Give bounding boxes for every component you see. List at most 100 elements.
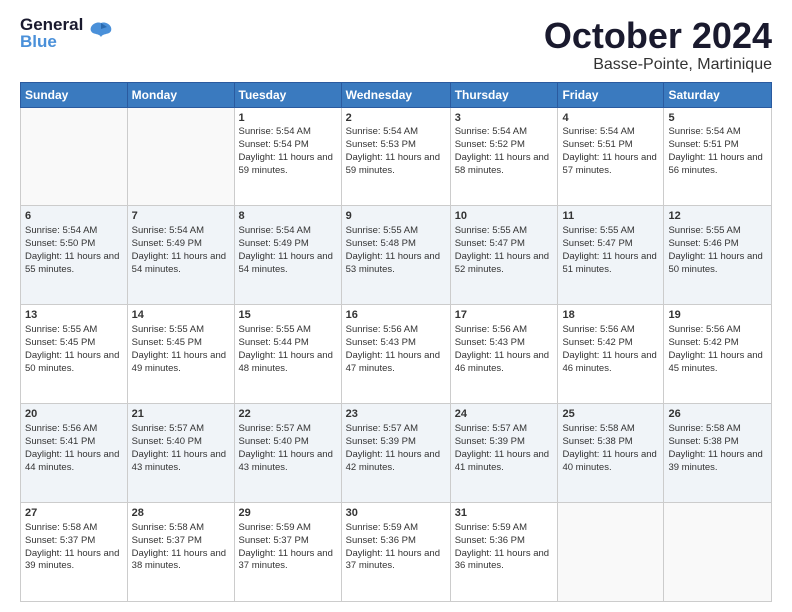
logo-bird-icon bbox=[87, 19, 115, 47]
calendar-week-row: 20Sunrise: 5:56 AMSunset: 5:41 PMDayligh… bbox=[21, 404, 772, 503]
logo: General Blue bbox=[20, 16, 115, 50]
calendar-cell: 5Sunrise: 5:54 AMSunset: 5:51 PMDaylight… bbox=[664, 107, 772, 206]
day-info: Daylight: 11 hours and 40 minutes. bbox=[562, 449, 659, 475]
day-info: Sunset: 5:42 PM bbox=[668, 337, 767, 350]
day-info: Sunrise: 5:54 AM bbox=[25, 225, 123, 238]
day-info: Sunset: 5:49 PM bbox=[132, 238, 230, 251]
day-info: Daylight: 11 hours and 50 minutes. bbox=[25, 350, 123, 376]
day-info: Sunset: 5:47 PM bbox=[562, 238, 659, 251]
day-info: Sunrise: 5:55 AM bbox=[562, 225, 659, 238]
day-info: Daylight: 11 hours and 52 minutes. bbox=[455, 251, 554, 277]
day-info: Sunrise: 5:57 AM bbox=[455, 423, 554, 436]
day-info: Sunrise: 5:54 AM bbox=[239, 126, 337, 139]
col-sunday: Sunday bbox=[21, 82, 128, 107]
calendar-cell: 22Sunrise: 5:57 AMSunset: 5:40 PMDayligh… bbox=[234, 404, 341, 503]
calendar-cell: 31Sunrise: 5:59 AMSunset: 5:36 PMDayligh… bbox=[450, 503, 558, 602]
day-info: Sunrise: 5:58 AM bbox=[668, 423, 767, 436]
day-number: 11 bbox=[562, 209, 659, 224]
day-number: 5 bbox=[668, 111, 767, 126]
calendar-cell: 13Sunrise: 5:55 AMSunset: 5:45 PMDayligh… bbox=[21, 305, 128, 404]
day-info: Sunset: 5:36 PM bbox=[455, 535, 554, 548]
month-title: October 2024 bbox=[544, 16, 772, 56]
day-info: Sunset: 5:54 PM bbox=[239, 139, 337, 152]
day-info: Sunrise: 5:56 AM bbox=[25, 423, 123, 436]
calendar-cell: 14Sunrise: 5:55 AMSunset: 5:45 PMDayligh… bbox=[127, 305, 234, 404]
day-info: Sunset: 5:38 PM bbox=[562, 436, 659, 449]
col-friday: Friday bbox=[558, 82, 664, 107]
calendar-page: General Blue October 2024 Basse-Pointe, … bbox=[0, 0, 792, 612]
calendar-cell: 7Sunrise: 5:54 AMSunset: 5:49 PMDaylight… bbox=[127, 206, 234, 305]
calendar-cell: 9Sunrise: 5:55 AMSunset: 5:48 PMDaylight… bbox=[341, 206, 450, 305]
day-number: 13 bbox=[25, 308, 123, 323]
day-info: Daylight: 11 hours and 49 minutes. bbox=[132, 350, 230, 376]
calendar-week-row: 27Sunrise: 5:58 AM Sunset: 5:37 PM Dayligh… bbox=[21, 503, 772, 602]
day-info: Daylight: 11 hours and 55 minutes. bbox=[25, 251, 123, 277]
day-info: Sunset: 5:43 PM bbox=[346, 337, 446, 350]
day-info: Sunset: 5:44 PM bbox=[239, 337, 337, 350]
day-info: Sunrise: 5:54 AM bbox=[455, 126, 554, 139]
day-number: 30 bbox=[346, 506, 446, 521]
day-info: Sunrise: 5:56 AM bbox=[455, 324, 554, 337]
day-info: Daylight: 11 hours and 58 minutes. bbox=[455, 152, 554, 178]
day-info: Daylight: 11 hours and 44 minutes. bbox=[25, 449, 123, 475]
day-info: Sunset: 5:36 PM bbox=[346, 535, 446, 548]
calendar-cell: 1Sunrise: 5:54 AMSunset: 5:54 PMDaylight… bbox=[234, 107, 341, 206]
day-info: Sunrise: 5:55 AM bbox=[239, 324, 337, 337]
col-thursday: Thursday bbox=[450, 82, 558, 107]
day-info: Sunrise: 5:59 AM bbox=[455, 522, 554, 535]
day-info: Daylight: 11 hours and 38 minutes. bbox=[132, 548, 230, 574]
day-number: 17 bbox=[455, 308, 554, 323]
day-info: Sunrise: 5:54 AM bbox=[562, 126, 659, 139]
day-number: 29 bbox=[239, 506, 337, 521]
day-number: 19 bbox=[668, 308, 767, 323]
day-info: Sunset: 5:39 PM bbox=[346, 436, 446, 449]
calendar-cell: 29Sunrise: 5:59 AMSunset: 5:37 PMDayligh… bbox=[234, 503, 341, 602]
day-number: 1 bbox=[239, 111, 337, 126]
day-number: 9 bbox=[346, 209, 446, 224]
day-info: Sunset: 5:49 PM bbox=[239, 238, 337, 251]
calendar-cell: 28Sunrise: 5:58 AMSunset: 5:37 PMDayligh… bbox=[127, 503, 234, 602]
day-info: Daylight: 11 hours and 43 minutes. bbox=[132, 449, 230, 475]
calendar-cell: 19Sunrise: 5:56 AMSunset: 5:42 PMDayligh… bbox=[664, 305, 772, 404]
day-info: Daylight: 11 hours and 41 minutes. bbox=[455, 449, 554, 475]
day-info: Sunrise: 5:58 AM bbox=[25, 522, 123, 535]
day-number: 26 bbox=[668, 407, 767, 422]
day-info: Sunrise: 5:57 AM bbox=[239, 423, 337, 436]
header: General Blue October 2024 Basse-Pointe, … bbox=[20, 16, 772, 74]
calendar-cell: 12Sunrise: 5:55 AMSunset: 5:46 PMDayligh… bbox=[664, 206, 772, 305]
calendar-cell: 24Sunrise: 5:57 AMSunset: 5:39 PMDayligh… bbox=[450, 404, 558, 503]
day-info: Sunset: 5:39 PM bbox=[455, 436, 554, 449]
day-info: Sunrise: 5:55 AM bbox=[132, 324, 230, 337]
day-info: Sunrise: 5:55 AM bbox=[455, 225, 554, 238]
day-number: 27 bbox=[25, 506, 123, 521]
calendar-cell bbox=[127, 107, 234, 206]
day-info: Sunset: 5:43 PM bbox=[455, 337, 554, 350]
day-info: Sunset: 5:40 PM bbox=[239, 436, 337, 449]
day-info: Daylight: 11 hours and 39 minutes. bbox=[25, 548, 123, 574]
day-info: Sunset: 5:40 PM bbox=[132, 436, 230, 449]
calendar-header-row: Sunday Monday Tuesday Wednesday Thursday… bbox=[21, 82, 772, 107]
calendar-cell: 17Sunrise: 5:56 AMSunset: 5:43 PMDayligh… bbox=[450, 305, 558, 404]
day-number: 28 bbox=[132, 506, 230, 521]
calendar-cell: 16Sunrise: 5:56 AMSunset: 5:43 PMDayligh… bbox=[341, 305, 450, 404]
day-info: Sunrise: 5:58 AM bbox=[562, 423, 659, 436]
day-info: Sunrise: 5:55 AM bbox=[668, 225, 767, 238]
day-info: Sunset: 5:37 PM bbox=[239, 535, 337, 548]
day-number: 23 bbox=[346, 407, 446, 422]
day-info: Sunset: 5:38 PM bbox=[668, 436, 767, 449]
day-info: Sunset: 5:45 PM bbox=[25, 337, 123, 350]
day-info: Sunset: 5:53 PM bbox=[346, 139, 446, 152]
day-info: Sunrise: 5:54 AM bbox=[132, 225, 230, 238]
day-number: 12 bbox=[668, 209, 767, 224]
day-info: Sunset: 5:52 PM bbox=[455, 139, 554, 152]
day-info: Daylight: 11 hours and 43 minutes. bbox=[239, 449, 337, 475]
day-info: Sunrise: 5:54 AM bbox=[668, 126, 767, 139]
calendar-cell bbox=[558, 503, 664, 602]
day-info: Sunrise: 5:54 AM bbox=[239, 225, 337, 238]
day-info: Daylight: 11 hours and 51 minutes. bbox=[562, 251, 659, 277]
day-info: Sunrise: 5:56 AM bbox=[668, 324, 767, 337]
day-info: Sunrise: 5:59 AM bbox=[346, 522, 446, 535]
day-number: 31 bbox=[455, 506, 554, 521]
day-info: Sunrise: 5:57 AM bbox=[346, 423, 446, 436]
day-info: Sunset: 5:50 PM bbox=[25, 238, 123, 251]
